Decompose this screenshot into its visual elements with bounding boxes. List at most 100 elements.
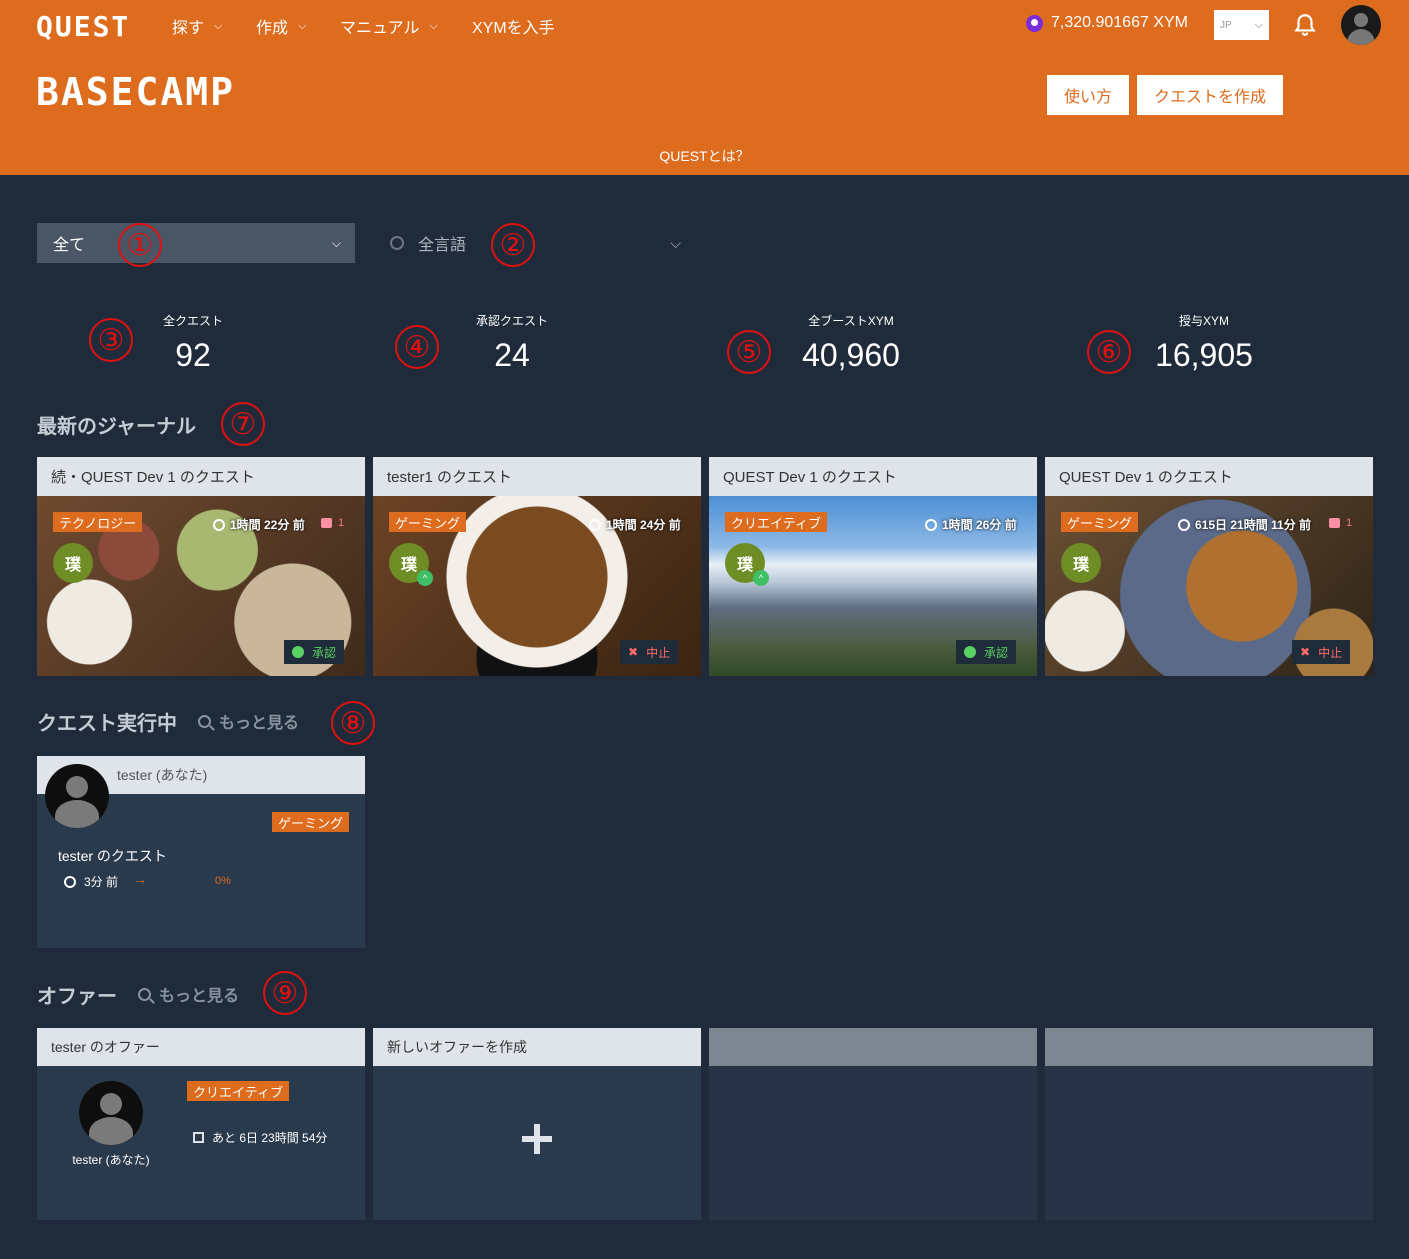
status-text: 承認 [312,645,337,660]
journal-card[interactable]: QUEST Dev 1 のクエスト ゲーミング 615日 21時間 11分 前 … [1045,457,1373,676]
nav-manual-label: マニュアル [340,20,420,37]
xym-balance: 7,320.901667 XYM [1026,14,1188,32]
language-filter-value: 全言語 [418,237,467,254]
create-quest-button[interactable]: クエストを作成 [1137,75,1283,115]
journal-card[interactable]: 続・QUEST Dev 1 のクエスト テクノロジー 1時間 22分 前 1 璞… [37,457,365,676]
category-value: 全て [53,237,86,254]
check-circle-icon [964,646,976,658]
stat-value-boost: 40,960 [802,337,900,373]
boost-icon: ^ [417,570,433,586]
check-circle-icon [292,646,304,658]
running-quest-name[interactable]: tester のクエスト [58,846,167,866]
avatar [45,764,109,828]
annotation-7: ⑦ [221,402,265,446]
status-badge: ✖ 中止 [1292,640,1351,664]
stat-label-awarded: 授与XYM [1178,314,1229,328]
stat-value-approved: 24 [494,337,530,373]
journal-card-title: QUEST Dev 1 のクエスト [709,457,1037,496]
running-quests-title: クエスト実行中 [37,713,177,735]
clock-icon [64,875,76,888]
like-count-value: 1 [1346,517,1353,529]
chevron-down-icon: ⌵ [298,19,307,32]
create-offer-title: 新しいオファーを作成 [373,1028,701,1066]
journal-card-title: tester1 のクエスト [373,457,701,496]
search-icon [138,987,151,1001]
annotation-8: ⑧ [331,701,375,745]
nav-get-xym[interactable]: XYMを入手 [472,14,555,38]
empty-offer-slot [1045,1028,1373,1220]
offer-remaining: あと 6日 23時間 54分 [193,1129,327,1146]
offers-title: オファー [37,986,117,1008]
status-badge: 承認 [956,640,1017,664]
cross-icon: ✖ [1300,645,1311,659]
journal-title: 最新のジャーナル [37,416,196,438]
organization-logo: 璞 [1061,543,1101,583]
category-select[interactable]: 全て ⌵ [37,223,355,263]
time-ago: 1時間 26分 前 [925,516,1017,533]
like-count[interactable]: 1 [321,517,344,529]
language-value: JP [1220,19,1232,31]
chevron-down-icon: ⌵ [331,235,341,250]
search-icon [198,714,211,728]
time-ago-text: 615日 21時間 11分 前 [1195,518,1312,532]
category-tag: クリエイティブ [187,1081,289,1101]
how-to-button[interactable]: 使い方 [1047,75,1129,115]
chevron-down-icon: ⌵ [214,19,223,32]
offer-user: tester (あなた) [72,1153,150,1167]
clock-icon [925,518,937,531]
status-badge: ✖ 中止 [620,640,679,664]
clock-icon [213,518,225,531]
bell-icon[interactable] [1292,12,1318,38]
category-tag: クリエイティブ [725,512,827,532]
category-tag: ゲーミング [1061,512,1139,532]
category-tag: ゲーミング [272,812,350,832]
running-time-text: 3分 前 [84,875,119,889]
running-quest-card[interactable]: tester (あなた) ゲーミング tester のクエスト 3分 前 → 0… [37,756,365,948]
offer-card[interactable]: tester のオファー tester (あなた) クリエイティブ あと 6日 … [37,1028,365,1220]
nav-manual[interactable]: マニュアル ⌵ [340,14,438,38]
category-tag: ゲーミング [389,512,467,532]
status-text: 中止 [1318,645,1343,660]
offer-card-title: tester のオファー [37,1028,365,1066]
chevron-down-icon: ⌵ [429,19,438,32]
offers-more-link[interactable]: もっと見る [138,982,239,1006]
nav-create[interactable]: 作成 ⌵ [256,14,306,38]
time-ago: 1時間 24分 前 [589,516,681,533]
organization-logo: 璞 [53,543,93,583]
annotation-3: ③ [89,318,133,362]
language-select[interactable]: JP ⌵ [1214,10,1269,40]
running-more-link[interactable]: もっと見る [198,709,299,733]
page-title: BASECAMP [36,70,236,114]
language-filter[interactable]: 全言語 ⌵ [390,223,685,263]
annotation-1: ① [118,223,162,267]
quest-logo[interactable]: QUEST [36,10,130,43]
clock-icon [589,518,601,531]
journal-card[interactable]: QUEST Dev 1 のクエスト クリエイティブ 1時間 26分 前 璞 ^ … [709,457,1037,676]
running-more-label: もっと見る [219,715,300,732]
avatar [79,1081,143,1145]
stat-label-approved: 承認クエスト [475,314,548,328]
user-avatar[interactable] [1341,5,1381,45]
annotation-9: ⑨ [263,971,307,1015]
empty-offer-header [1045,1028,1373,1066]
running-quest-time: 3分 前 [64,873,118,890]
offer-remaining-text: あと 6日 23時間 54分 [212,1131,328,1145]
chevron-down-icon: ⌵ [1254,18,1263,31]
what-is-quest-link[interactable]: QUESTとは？ [0,146,1409,166]
journal-card[interactable]: tester1 のクエスト ゲーミング 1時間 24分 前 璞 ^ ✖ 中止 [373,457,701,676]
empty-offer-slot [709,1028,1037,1220]
nav-explore-label: 探す [172,20,205,37]
category-tag: テクノロジー [53,512,143,532]
like-count-value: 1 [338,517,345,529]
annotation-5: ⑤ [727,330,771,374]
nav-explore[interactable]: 探す ⌵ [172,14,222,38]
chevron-down-icon: ⌵ [670,234,681,251]
status-text: 中止 [646,645,671,660]
clock-icon [1178,518,1190,531]
nav-create-label: 作成 [256,20,289,37]
thumbs-up-icon [1329,518,1340,528]
plus-icon[interactable] [522,1124,552,1154]
like-count[interactable]: 1 [1329,517,1352,529]
create-offer-card[interactable]: 新しいオファーを作成 [373,1028,701,1220]
balance-value: 7,320.901667 XYM [1051,14,1188,31]
